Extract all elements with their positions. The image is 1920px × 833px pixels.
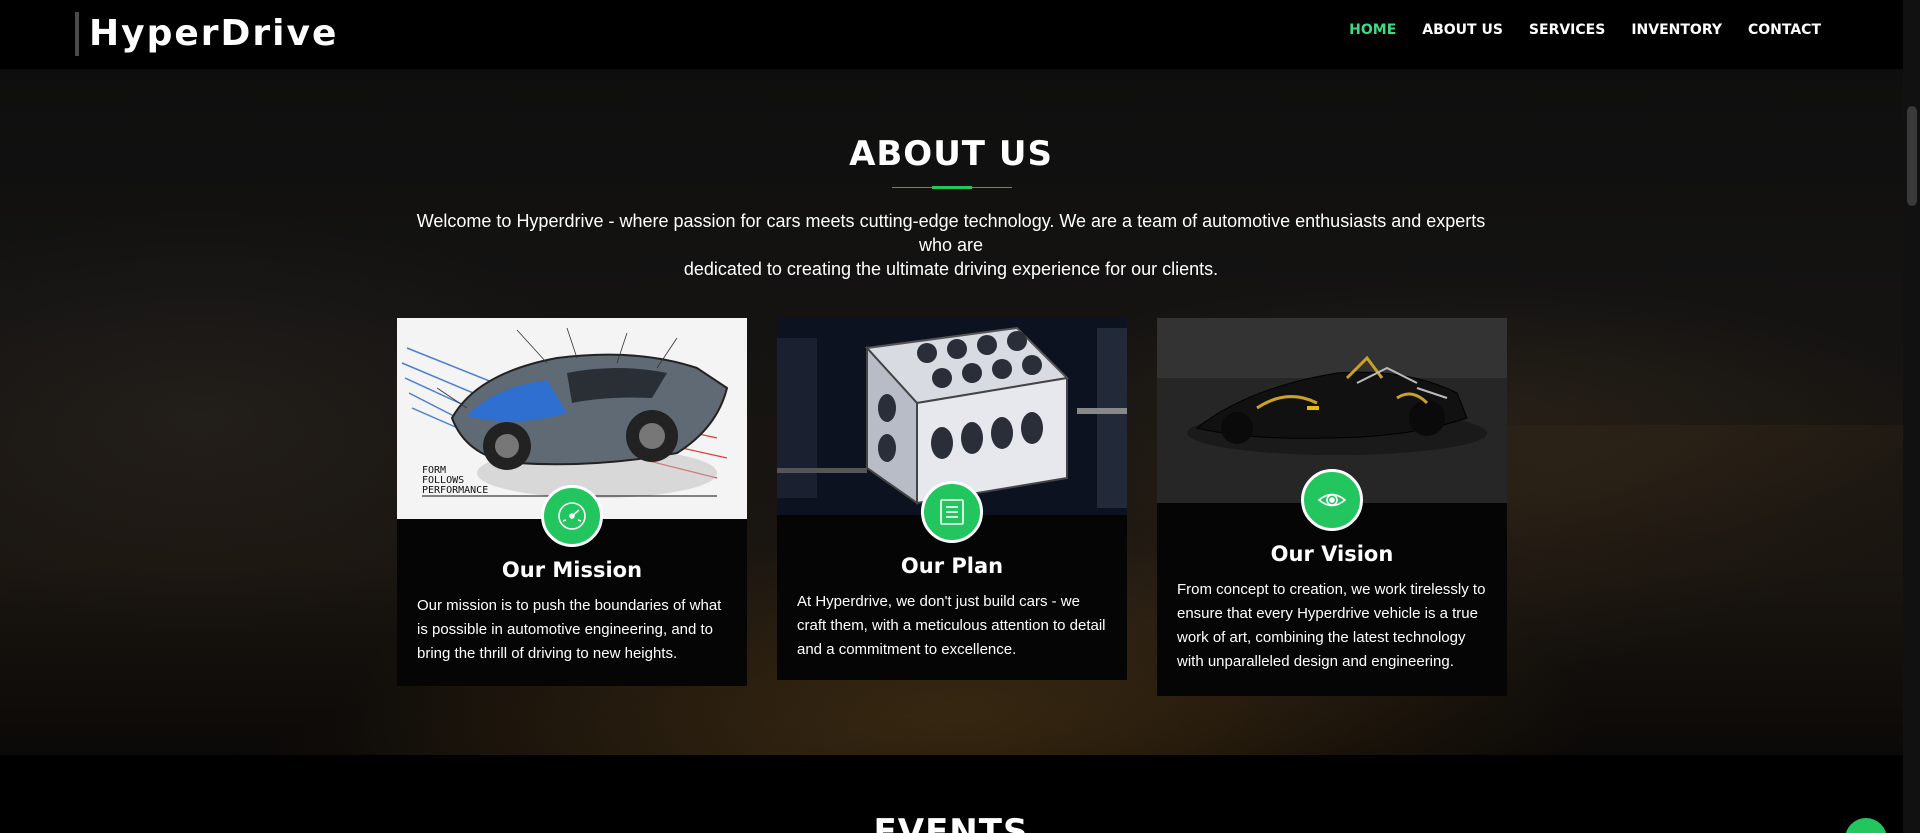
plan-text: At Hyperdrive, we don't just build cars … bbox=[797, 593, 1106, 658]
mission-title: Our Mission bbox=[501, 558, 643, 582]
about-intro-line-1: Welcome to Hyperdrive - where passion fo… bbox=[416, 211, 1486, 255]
nav-services[interactable]: SERVICES bbox=[1529, 21, 1605, 39]
speedometer-icon bbox=[541, 485, 603, 547]
plan-title: Our Plan bbox=[900, 554, 1004, 578]
nav-contact[interactable]: CONTACT bbox=[1748, 21, 1821, 39]
title-divider-accent bbox=[932, 186, 972, 189]
eye-icon bbox=[1301, 469, 1363, 531]
nav-about-us[interactable]: ABOUT US bbox=[1422, 21, 1503, 39]
about-intro: Welcome to Hyperdrive - where passion fo… bbox=[400, 209, 1502, 281]
vision-title: Our Vision bbox=[1270, 542, 1394, 566]
mission-text: Our mission is to push the boundaries of… bbox=[417, 597, 722, 662]
list-icon bbox=[921, 481, 983, 543]
vision-text: From concept to creation, we work tirele… bbox=[1177, 581, 1486, 670]
scrollbar-thumb[interactable] bbox=[1907, 106, 1917, 206]
about-title: ABOUT US bbox=[849, 134, 1053, 174]
vision-card: Our Vision From concept to creation, we … bbox=[1157, 318, 1507, 696]
events-title: EVENTS bbox=[873, 812, 1029, 833]
sketch-text-performance: PERFORMANCE bbox=[422, 485, 488, 496]
about-intro-line-2: dedicated to creating the ultimate drivi… bbox=[683, 259, 1219, 279]
scrollbar[interactable] bbox=[1903, 0, 1920, 833]
plan-card: Our Plan At Hyperdrive, we don't just bu… bbox=[777, 318, 1127, 680]
brand-logo[interactable]: HyperDrive bbox=[75, 12, 338, 56]
main-nav: HOME ABOUT US SERVICES INVENTORY CONTACT bbox=[1349, 21, 1821, 39]
nav-home[interactable]: HOME bbox=[1349, 21, 1396, 39]
navbar: HyperDrive HOME ABOUT US SERVICES INVENT… bbox=[0, 0, 1920, 69]
nav-inventory[interactable]: INVENTORY bbox=[1631, 21, 1722, 39]
mission-card: FORM FOLLOWS PERFORMANCE Our Mission Our… bbox=[397, 318, 747, 686]
